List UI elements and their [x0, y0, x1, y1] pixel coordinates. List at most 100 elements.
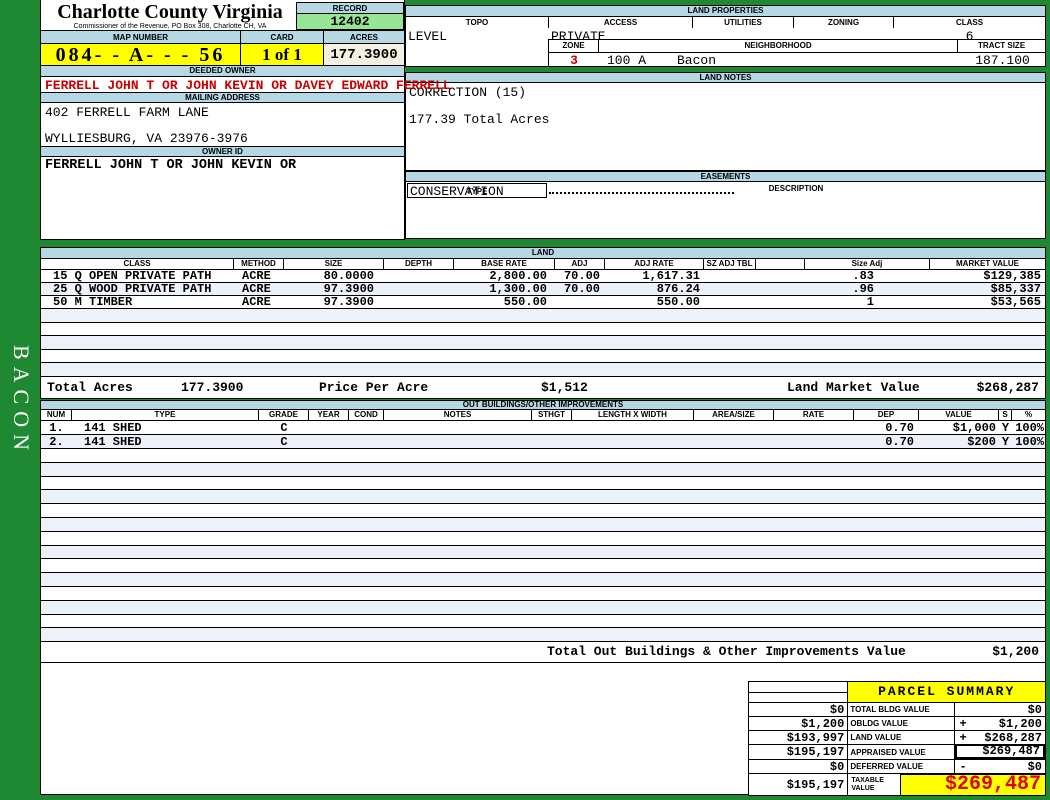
card-label: CARD — [241, 30, 324, 44]
parcel-summary-title: PARCEL SUMMARY — [848, 682, 1045, 702]
out-buildings-total-value: $1,200 — [992, 644, 1039, 660]
land-row: 50 M TIMBER ACRE 97.3900 550.00 550.00 1 … — [41, 295, 1045, 309]
land-table: LAND CLASS METHOD SIZE DEPTH BASE RATE A… — [40, 247, 1046, 399]
easement-type-value: CONSERVATION — [410, 184, 504, 199]
parcel-row: $0 DEFERRED VALUE - $0 — [749, 759, 1045, 773]
land-col-blank — [756, 259, 805, 269]
out-building-row: 2. 141 SHED C 0.70 $200 Y 100% — [41, 434, 1045, 449]
ob-col-dep: DEP — [854, 410, 919, 420]
empty-row — [41, 335, 1045, 349]
col-access: ACCESS — [549, 17, 693, 28]
address-line1: 402 FERRELL FARM LANE — [45, 105, 209, 120]
parcel-prev-header — [749, 682, 849, 702]
deeded-owner-label: DEEDED OWNER — [41, 66, 404, 77]
easement-description-label: DESCRIPTION — [768, 184, 824, 193]
parcel-record-card: BACON Charlotte County Virginia Commissi… — [0, 0, 1050, 800]
empty-row — [41, 627, 1045, 642]
land-properties-title: LAND PROPERTIES — [406, 6, 1045, 17]
ob-col-length-width: LENGTH X WIDTH — [572, 410, 694, 420]
acres-label: ACRES — [324, 30, 404, 44]
out-buildings-header: NUM TYPE GRADE YEAR COND NOTES STHGT LEN… — [41, 410, 1045, 420]
empty-row — [41, 558, 1045, 573]
empty-row — [41, 348, 1045, 363]
land-col-base-rate: BASE RATE — [454, 259, 555, 269]
land-col-size: SIZE — [284, 259, 384, 269]
owner-id-label: OWNER ID — [41, 146, 404, 157]
empty-row — [41, 475, 1045, 490]
out-buildings-total-label: Total Out Buildings & Other Improvements… — [547, 644, 906, 660]
empty-row — [41, 585, 1045, 600]
empty-row — [41, 362, 1045, 376]
land-market-value-label: Land Market Value — [787, 379, 920, 395]
card-value: 1 of 1 — [241, 44, 324, 66]
record-label: RECORD — [296, 2, 404, 14]
land-row: 25 Q WOOD PRIVATE PATH ACRE 97.3900 1,300… — [41, 282, 1045, 296]
empty-row — [41, 489, 1045, 504]
land-note-line2: 177.39 Total Acres — [409, 112, 550, 127]
zone-label: ZONE — [549, 40, 599, 52]
empty-row — [41, 599, 1045, 614]
ob-col-sthgt: STHGT — [532, 410, 572, 420]
neighborhood-code: 100 A — [607, 53, 647, 68]
land-properties-panel: LAND PROPERTIES TOPO ACCESS UTILITIES ZO… — [405, 5, 1046, 68]
ob-col-pct-comp: % COMP — [1024, 410, 1033, 419]
ob-col-notes: NOTES — [384, 410, 532, 420]
ob-col-rate: RATE — [774, 410, 854, 420]
land-col-class: CLASS — [41, 259, 234, 269]
land-table-header: CLASS METHOD SIZE DEPTH BASE RATE ADJ AD… — [41, 259, 1045, 269]
county-subtitle: Commissioner of the Revenue, PO Box 308,… — [73, 23, 267, 30]
neighborhood-label: NEIGHBORHOOD — [599, 40, 959, 52]
col-zoning: ZONING — [794, 17, 894, 28]
empty-row — [41, 572, 1045, 586]
out-building-row: 1. 141 SHED C 0.70 $1,000 Y 100% — [41, 420, 1045, 435]
parcel-row: $193,997 LAND VALUE + $268,287 — [749, 730, 1045, 744]
zone-subtable: ZONE NEIGHBORHOOD TRACT SIZE 3 100 A Bac… — [548, 39, 1045, 68]
col-topo: TOPO — [406, 17, 549, 28]
ob-col-num: NUM — [41, 410, 72, 420]
ob-col-type: TYPE — [72, 410, 259, 420]
address-line2: WYLLIESBURG, VA 23976-3976 — [45, 131, 248, 146]
ob-col-grade: GRADE — [259, 410, 309, 420]
parcel-row: $1,200 OBLDG VALUE + $1,200 — [749, 716, 1045, 730]
ob-col-s: S — [999, 410, 1012, 420]
empty-row — [41, 308, 1045, 322]
easements-panel: EASEMENTS TYPE CONSERVATION DESCRIPTION — [405, 171, 1046, 239]
ob-col-area-size: AREA/SIZE — [694, 410, 774, 420]
acres-value: 177.3900 — [324, 44, 404, 66]
parcel-row: $0 TOTAL BLDG VALUE $0 — [749, 702, 1045, 716]
land-totals-row: Total Acres 177.3900 Price Per Acre $1,5… — [41, 375, 1045, 398]
empty-row — [41, 544, 1045, 559]
land-market-value: $268,287 — [976, 379, 1039, 395]
taxable-value-label: TAXABLE VALUE — [848, 773, 901, 795]
col-utilities: UTILITIES — [693, 17, 794, 28]
land-col-adj: ADJ — [555, 259, 605, 269]
ob-col-year: YEAR — [309, 410, 349, 420]
land-table-title: LAND — [41, 248, 1045, 259]
map-number-label: MAP NUMBER — [41, 30, 241, 44]
land-col-depth: DEPTH — [384, 259, 454, 269]
total-acres-label: Total Acres — [47, 379, 133, 395]
empty-row — [41, 516, 1045, 531]
taxable-value: $269,487 — [900, 773, 1045, 795]
out-buildings-total-row: Total Out Buildings & Other Improvements… — [41, 641, 1045, 664]
tract-size-label: TRACT SIZE — [978, 41, 1026, 50]
price-per-acre-value: $1,512 — [541, 379, 588, 395]
land-notes-title: LAND NOTES — [406, 73, 1045, 83]
county-title: Charlotte County Virginia — [57, 1, 283, 23]
easement-type-cell: TYPE CONSERVATION — [407, 183, 547, 199]
empty-row — [41, 613, 1045, 628]
map-number-value: 084- - A- - - 56 — [41, 44, 241, 66]
empty-row — [41, 503, 1045, 517]
parcel-row-taxable: $195,197 TAXABLE VALUE $269,487 — [749, 773, 1045, 795]
out-buildings-empty-rows — [41, 448, 1045, 642]
empty-row — [41, 530, 1045, 545]
land-col-adj-rate: ADJ RATE — [605, 259, 704, 269]
ob-col-cond: COND — [349, 410, 384, 420]
land-col-sz-adj-tbl: SZ ADJ TBL — [704, 259, 756, 269]
easements-title: EASEMENTS — [406, 172, 1045, 182]
deeded-owner-value: FERRELL JOHN T OR JOHN KEVIN OR DAVEY ED… — [45, 78, 451, 93]
land-row: 15 Q OPEN PRIVATE PATH ACRE 80.0000 2,800… — [41, 269, 1045, 283]
ob-col-value: VALUE — [919, 410, 999, 420]
neighborhood-name: Bacon — [677, 53, 717, 68]
land-col-market-value: MARKET VALUE — [956, 259, 1019, 268]
